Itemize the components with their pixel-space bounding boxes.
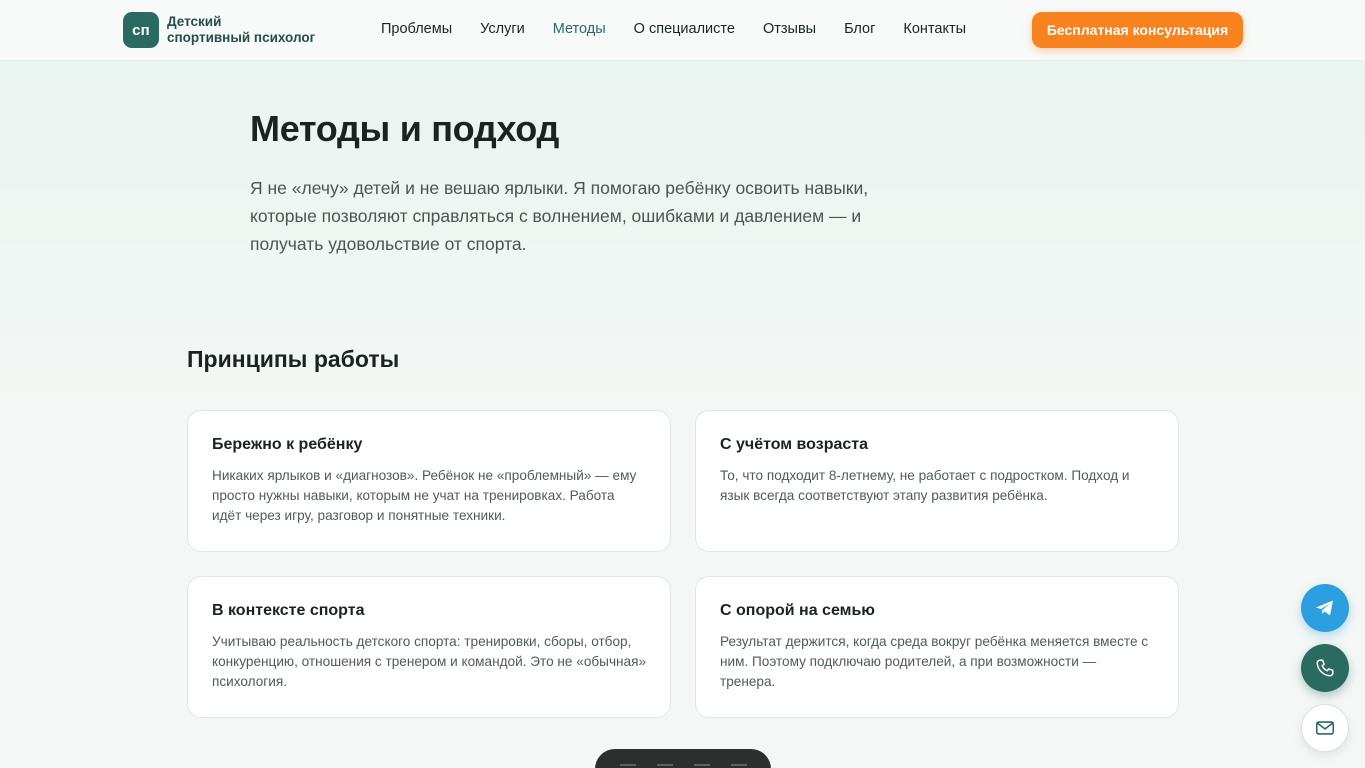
principle-card-text: То, что подходит 8-летнему, не работает … — [720, 468, 1130, 503]
telegram-button[interactable] — [1301, 584, 1349, 632]
free-consultation-button[interactable]: Бесплатная консультация — [1032, 12, 1243, 48]
nav-methods[interactable]: Методы — [553, 21, 606, 37]
phone-icon — [1316, 659, 1334, 677]
logo-line-2: спортивный психолог — [167, 30, 316, 45]
principle-card-title: С опорой на семью — [720, 602, 875, 619]
principle-card: С учётом возраста То, что подходит 8-лет… — [695, 410, 1179, 552]
toolbar-icon[interactable] — [693, 764, 710, 768]
logo-badge: сп — [123, 12, 159, 48]
principle-card-title: Бережно к ребёнку — [212, 436, 363, 453]
principle-card-text: Результат держится, когда среда вокруг р… — [720, 634, 1149, 689]
telegram-icon — [1316, 600, 1333, 616]
principle-card-title: В контексте спорта — [212, 602, 365, 619]
nav-about[interactable]: О специалисте — [634, 21, 735, 37]
principle-card: С опорой на семью Результат держится, ко… — [695, 576, 1179, 718]
phone-button[interactable] — [1301, 644, 1349, 692]
nav-reviews[interactable]: Отзывы — [763, 21, 816, 37]
toolbar-icon[interactable] — [656, 764, 673, 768]
site-header: сп Детский спортивный психолог Проблемы … — [0, 0, 1365, 61]
logo-text: Детский спортивный психолог — [167, 14, 315, 46]
principle-card-title: С учётом возраста — [720, 436, 868, 453]
principle-card-text: Учитываю реальность детского спорта: тре… — [212, 634, 647, 689]
principle-card: Бережно к ребёнку Никаких ярлыков и «диа… — [187, 410, 671, 552]
logo-link[interactable]: сп Детский спортивный психолог — [123, 12, 315, 48]
nav-blog[interactable]: Блог — [844, 21, 875, 37]
page-intro: Я не «лечу» детей и не вешаю ярлыки. Я п… — [250, 178, 869, 254]
mail-icon — [1315, 721, 1335, 735]
toolbar-icon[interactable] — [619, 764, 636, 768]
main-nav: Проблемы Услуги Методы О специалисте Отз… — [381, 21, 994, 37]
toolbar-icon[interactable] — [730, 764, 747, 768]
nav-contacts[interactable]: Контакты — [903, 21, 966, 37]
nav-problems[interactable]: Проблемы — [381, 21, 452, 37]
principle-card-text: Никаких ярлыков и «диагнозов». Ребёнок н… — [212, 468, 637, 523]
page-title: Методы и подход — [250, 108, 560, 149]
logo-line-1: Детский — [167, 14, 222, 29]
mail-button[interactable] — [1301, 704, 1349, 752]
bottom-toolbar — [595, 749, 771, 768]
principle-card: В контексте спорта Учитываю реальность д… — [187, 576, 671, 718]
principles-title: Принципы работы — [187, 346, 400, 372]
nav-services[interactable]: Услуги — [480, 21, 525, 37]
